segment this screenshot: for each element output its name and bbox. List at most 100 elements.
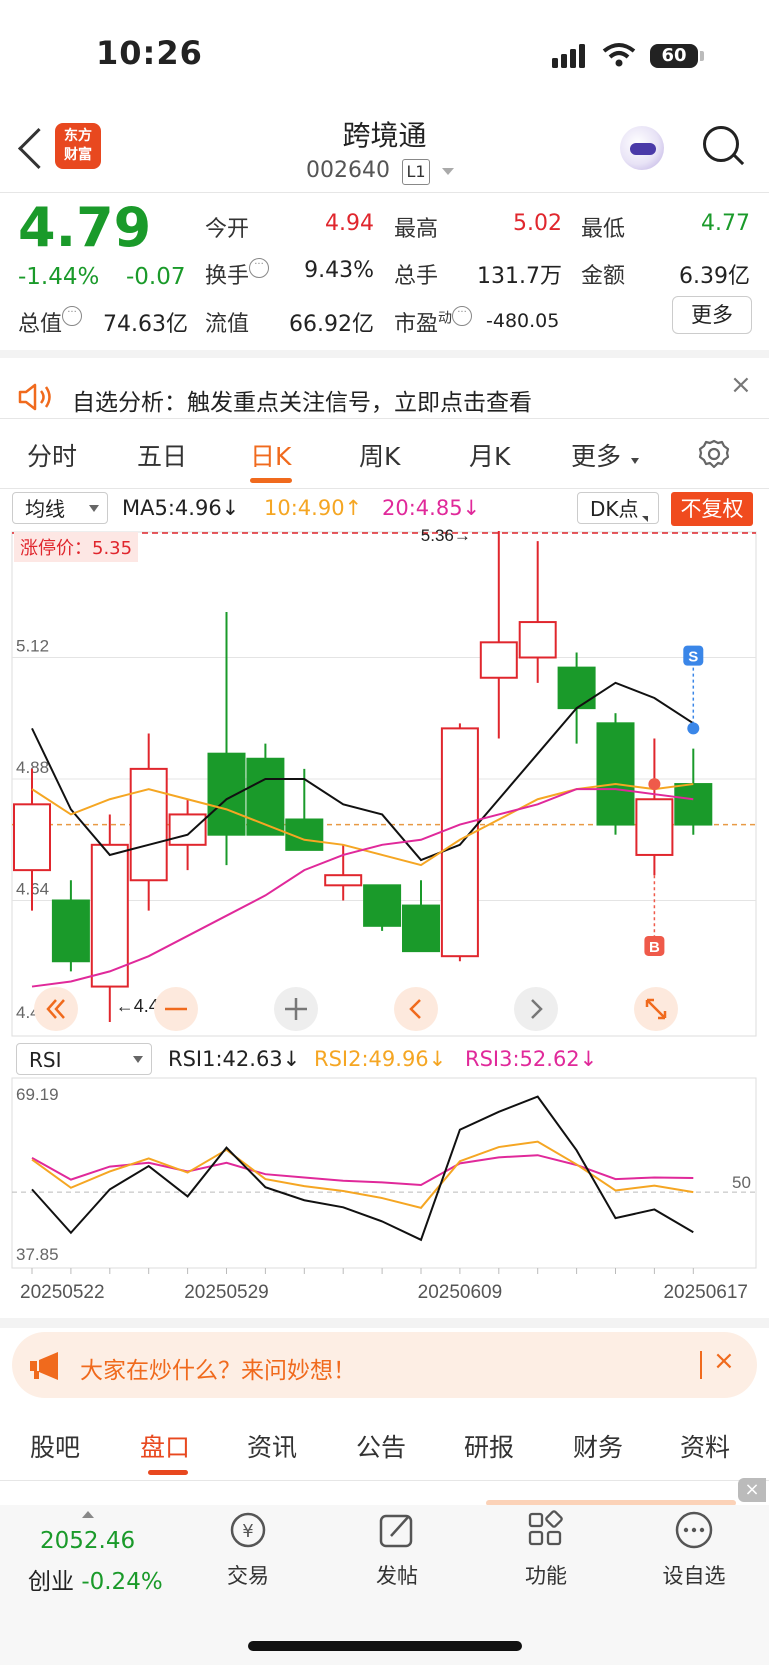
rsi-chart[interactable]: 69.19 37.85 50 20250522 20250529 20250609 202… (0, 1074, 769, 1314)
dk-corner-icon (642, 516, 648, 522)
index-value[interactable]: 2052.46 (40, 1528, 135, 1554)
tab-daily-k[interactable]: 日K (250, 437, 291, 473)
low-label: 最低 (581, 217, 626, 242)
analysis-banner-text[interactable]: 自选分析：触发重点关注信号，立即点击查看 (72, 383, 532, 417)
post-button[interactable]: 发帖 (357, 1510, 437, 1590)
zoom-in-button[interactable] (274, 987, 318, 1031)
tab-five-day[interactable]: 五日 (137, 437, 187, 473)
status-time: 10:26 (96, 34, 203, 72)
mktcap-label: 总值 ··· (18, 306, 83, 338)
rsi-max-label: 69.19 (16, 1085, 59, 1104)
adjust-button[interactable]: 不复权 (671, 492, 753, 526)
amount-label: 金额 (581, 264, 626, 289)
expand-up-icon[interactable] (82, 1511, 94, 1518)
rsi-select[interactable]: RSI (16, 1043, 152, 1075)
candle-up (518, 621, 557, 659)
high-value: 5.02 (513, 211, 562, 236)
search-icon-handle (732, 153, 745, 166)
candle-up (168, 813, 207, 846)
pe-label: 市盈动 ··· (394, 306, 473, 338)
candle-down (246, 757, 285, 836)
more-button[interactable]: 更多 (672, 296, 752, 334)
banner-close-icon[interactable]: × (730, 370, 752, 400)
index-change: -0.24% (81, 1569, 163, 1595)
index-info[interactable]: 创业 -0.24% (28, 1562, 163, 1596)
info-icon[interactable]: ··· (249, 258, 270, 278)
ma-select-label: 均线 (25, 497, 65, 521)
max-price-label: 5.36→ (421, 528, 471, 545)
add-watchlist-label: 设自选 (662, 1564, 726, 1588)
trade-button[interactable]: ¥ 交易 (208, 1510, 288, 1590)
battery-tip (700, 51, 704, 61)
scroll-left-far-button[interactable] (34, 987, 78, 1031)
x-tick-label: 20250609 (418, 1282, 503, 1303)
grid-icon (528, 1510, 563, 1546)
tab-monthly-k[interactable]: 月K (469, 437, 510, 473)
post-label: 发帖 (376, 1564, 418, 1588)
mktcap-label-text: 总值 (18, 312, 63, 337)
float-close-icon[interactable]: × (738, 1478, 766, 1502)
candle-down (557, 666, 596, 710)
kline-chart[interactable]: 5.365.124.884.644.40 5.36→←4.40SB (0, 528, 769, 1038)
gear-icon[interactable] (697, 438, 731, 472)
home-indicator (248, 1641, 522, 1651)
volume-label: 总手 (394, 264, 439, 289)
ma-select[interactable]: 均线 (12, 492, 108, 524)
x-tick-label: 20250522 (20, 1282, 105, 1303)
scroll-left-button[interactable] (394, 987, 438, 1031)
tab-weekly-k[interactable]: 周K (359, 437, 400, 473)
tab-news[interactable]: 资讯 (247, 1428, 297, 1464)
functions-button[interactable]: 功能 (506, 1510, 586, 1590)
promo-close-icon[interactable]: × (713, 1346, 735, 1376)
megaphone-icon (30, 1352, 58, 1380)
rsi-select-label: RSI (29, 1048, 62, 1072)
tab-intraday[interactable]: 分时 (27, 437, 77, 473)
functions-label: 功能 (525, 1564, 567, 1588)
tab-profile[interactable]: 资料 (680, 1428, 730, 1464)
mktcap-value: 74.63亿 (103, 312, 188, 337)
ma20-value: 20:4.85↓ (382, 496, 481, 520)
tab-more[interactable]: 更多 (571, 437, 621, 473)
candle-down (51, 899, 90, 963)
tab-forum[interactable]: 股吧 (30, 1428, 80, 1464)
candle-down (596, 722, 635, 826)
open-label: 今开 (205, 217, 250, 242)
scroll-right-button[interactable] (514, 987, 558, 1031)
volume-value: 131.7万 (477, 264, 562, 289)
ma10-value: 10:4.90↑ (264, 496, 363, 520)
turnover-label-text: 换手 (205, 264, 250, 289)
level-badge[interactable]: L1 (402, 159, 430, 185)
chevron-down-icon[interactable] (442, 168, 454, 175)
rsi2-value: RSI2:49.96↓ (314, 1047, 447, 1071)
dk-select-label: DK点 (590, 497, 639, 521)
candle-down (674, 783, 713, 826)
info-icon[interactable]: ··· (62, 306, 83, 326)
candle-up (129, 767, 168, 882)
promo-text[interactable]: 大家在炒什么？来问妙想！ (80, 1351, 356, 1385)
zoom-out-button[interactable] (154, 987, 198, 1031)
rsi-frame (11, 1077, 757, 1269)
sell-signal-dot (687, 722, 700, 735)
add-watchlist-button[interactable]: 设自选 (654, 1510, 734, 1590)
pe-label-text: 市盈 (394, 312, 439, 337)
tab-announcements[interactable]: 公告 (356, 1428, 406, 1464)
x-tick-label: 20250617 (663, 1282, 748, 1303)
info-icon[interactable]: ··· (452, 306, 473, 326)
rsi-50-label: 50 (732, 1173, 751, 1192)
tab-financials[interactable]: 财务 (573, 1428, 623, 1464)
change-amount: -0.07 (126, 264, 186, 290)
svg-text:¥: ¥ (242, 1521, 253, 1542)
float-value: 66.92亿 (289, 312, 374, 337)
trade-label: 交易 (227, 1564, 269, 1588)
candle-down (207, 752, 246, 836)
rsi1-value: RSI1:42.63↓ (168, 1047, 301, 1071)
y-tick-label: 5.12 (16, 637, 49, 656)
battery-icon: 60 (650, 44, 698, 68)
tab-order-book[interactable]: 盘口 (140, 1428, 190, 1464)
index-name: 创业 (28, 1569, 74, 1595)
tab-research[interactable]: 研报 (464, 1428, 514, 1464)
candle-up (479, 641, 518, 679)
fullscreen-button[interactable] (634, 987, 678, 1031)
float-label: 流值 (205, 312, 250, 337)
candle-up (324, 874, 363, 887)
